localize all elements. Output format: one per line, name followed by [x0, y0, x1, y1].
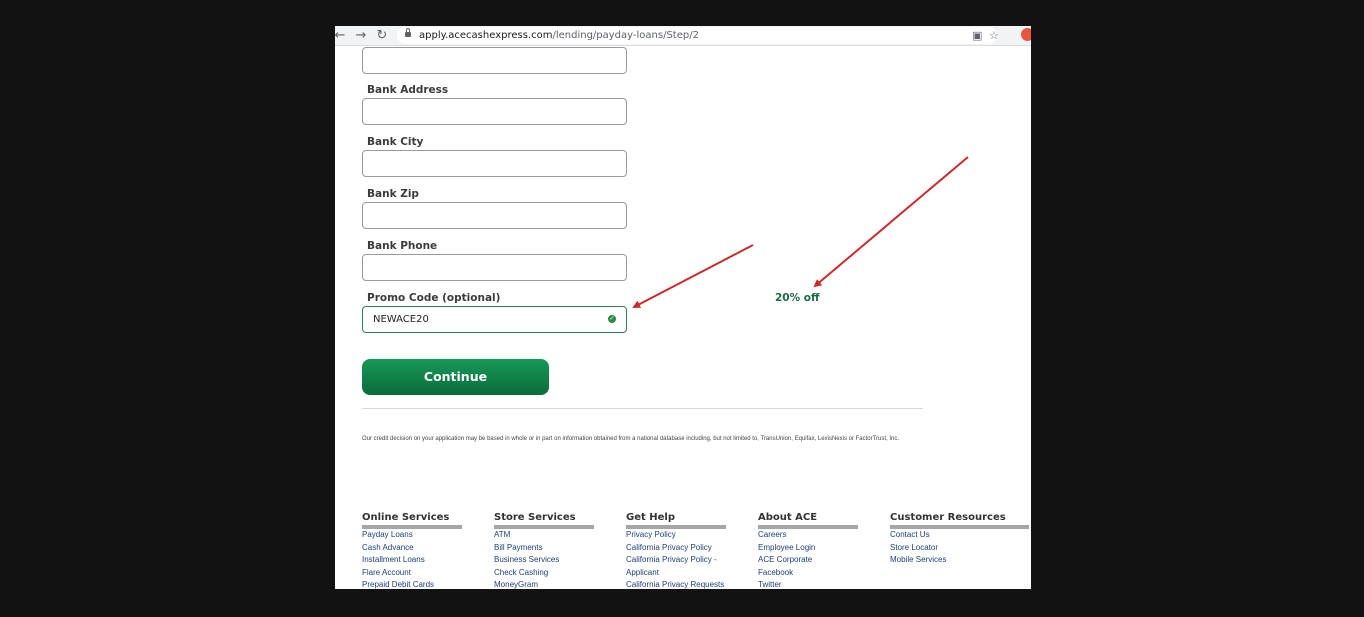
annotation-arrows [632, 156, 969, 308]
footer-column-online-services: Online Services Payday Loans Cash Advanc… [362, 512, 462, 589]
footer-link[interactable]: Contact Us [890, 529, 1029, 542]
footer-link[interactable]: California Privacy Requests [626, 579, 726, 589]
footer-heading: Customer Resources [890, 512, 1029, 529]
footer-link[interactable]: California Privacy Policy [626, 542, 726, 555]
footer-column-about-ace: About ACE Careers Employee Login ACE Cor… [758, 512, 858, 589]
arrow-to-discount-note [813, 156, 969, 288]
footer-link[interactable]: Bill Payments [494, 542, 594, 555]
footer-heading: Get Help [626, 512, 726, 529]
footer-column-store-services: Store Services ATM Bill Payments Busines… [494, 512, 594, 589]
footer-column-get-help: Get Help Privacy Policy California Priva… [626, 512, 726, 589]
footer-link[interactable]: Store Locator [890, 542, 1029, 555]
footer-link[interactable]: Cash Advance [362, 542, 462, 555]
footer-link[interactable]: California Privacy Policy - [626, 554, 726, 567]
footer-link[interactable]: ATM [494, 529, 594, 542]
arrow-to-promo-field [632, 244, 754, 308]
footer-link[interactable]: Mobile Services [890, 554, 1029, 567]
footer-link[interactable]: Business Services [494, 554, 594, 567]
footer-heading: About ACE [758, 512, 858, 529]
footer-link[interactable]: Prepaid Debit Cards [362, 579, 462, 589]
footer-link[interactable]: Flare Account [362, 567, 462, 580]
footer-link[interactable]: Privacy Policy [626, 529, 726, 542]
footer-link[interactable]: ACE Corporate [758, 554, 858, 567]
footer-link[interactable]: Applicant [626, 567, 726, 580]
footer-heading: Online Services [362, 512, 462, 529]
browser-window: ← → ↻ apply.acecashexpress.com/lending/p… [335, 26, 1031, 589]
footer-link[interactable]: Installment Loans [362, 554, 462, 567]
footer-heading: Store Services [494, 512, 594, 529]
footer-link[interactable]: Facebook [758, 567, 858, 580]
footer-link[interactable]: Check Cashing [494, 567, 594, 580]
footer-column-customer-resources: Customer Resources Contact Us Store Loca… [890, 512, 1029, 567]
footer-link[interactable]: MoneyGram [494, 579, 594, 589]
footer-link[interactable]: Payday Loans [362, 529, 462, 542]
footer-link[interactable]: Careers [758, 529, 858, 542]
footer-link[interactable]: Twitter [758, 579, 858, 589]
footer-link[interactable]: Employee Login [758, 542, 858, 555]
